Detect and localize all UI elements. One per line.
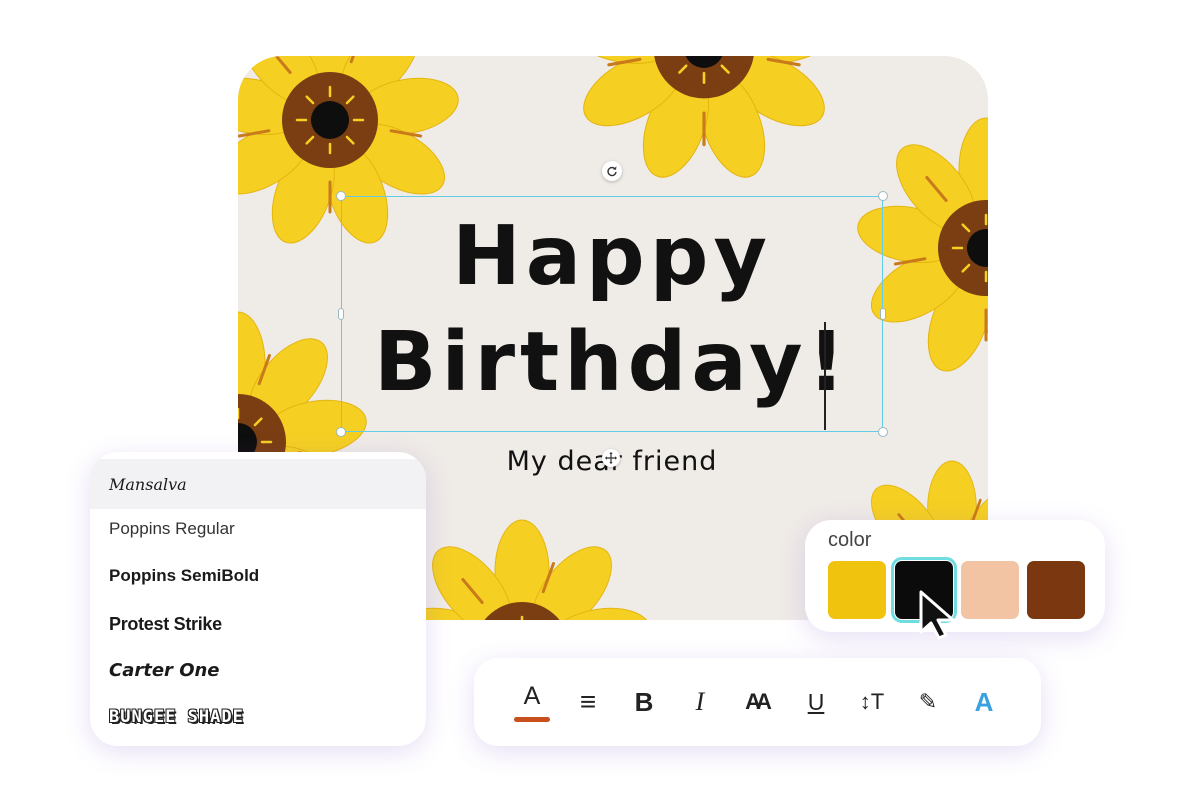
font-option-carter-one[interactable]: Carter One (90, 645, 426, 695)
mouse-pointer-icon (919, 590, 955, 640)
resize-handle-left[interactable] (338, 308, 344, 320)
color-picker-panel: color (805, 520, 1105, 640)
text-case-icon: AA (745, 689, 772, 714)
italic-icon: I (695, 687, 705, 716)
font-option-mansalva[interactable]: Mansalva (90, 459, 426, 509)
font-option-protest-strike[interactable]: Protest Strike (90, 599, 426, 649)
color-swatch-yellow[interactable] (828, 561, 886, 619)
resize-handle-right[interactable] (880, 308, 886, 320)
text-color-indicator (514, 717, 550, 722)
text-format-toolbar: A ≡ B I AA U ↕T ✎ A (474, 658, 1041, 746)
text-case-button[interactable]: AA (736, 680, 776, 724)
rotate-icon (607, 166, 617, 177)
move-handle[interactable] (602, 449, 620, 467)
bold-button[interactable]: B (624, 680, 664, 724)
align-icon: ≡ (579, 686, 597, 717)
text-color-icon: A (523, 682, 541, 710)
align-button[interactable]: ≡ (568, 680, 608, 724)
underline-icon: U (807, 689, 825, 715)
resize-handle-bottom-right[interactable] (878, 427, 888, 437)
resize-handle-top-right[interactable] (878, 191, 888, 201)
bold-icon: B (634, 687, 654, 717)
font-option-poppins-regular[interactable]: Poppins Regular (90, 504, 426, 554)
text-effects-icon: A (974, 687, 994, 717)
line-spacing-icon: ↕T (859, 689, 885, 714)
line-spacing-button[interactable]: ↕T (852, 680, 892, 724)
text-selection-box[interactable] (341, 196, 883, 432)
font-option-bungee-shade[interactable]: BUNGEE SHADE (90, 692, 426, 742)
font-option-poppins-semibold[interactable]: Poppins SemiBold (90, 551, 426, 601)
color-panel-title: color (828, 529, 872, 551)
rotate-handle[interactable] (602, 161, 622, 181)
text-effects-button[interactable]: A (964, 680, 1004, 724)
move-icon (605, 452, 617, 464)
resize-handle-bottom-left[interactable] (336, 427, 346, 437)
italic-button[interactable]: I (680, 680, 720, 724)
resize-handle-top-left[interactable] (336, 191, 346, 201)
color-swatch-brown[interactable] (1027, 561, 1085, 619)
text-color-button[interactable]: A (512, 680, 552, 724)
color-swatch-peach[interactable] (961, 561, 1019, 619)
highlight-pen-icon: ✎ (918, 689, 938, 714)
underline-button[interactable]: U (796, 680, 836, 724)
font-picker-panel: Mansalva Poppins Regular Poppins SemiBol… (90, 452, 426, 746)
highlight-button[interactable]: ✎ (908, 680, 948, 724)
